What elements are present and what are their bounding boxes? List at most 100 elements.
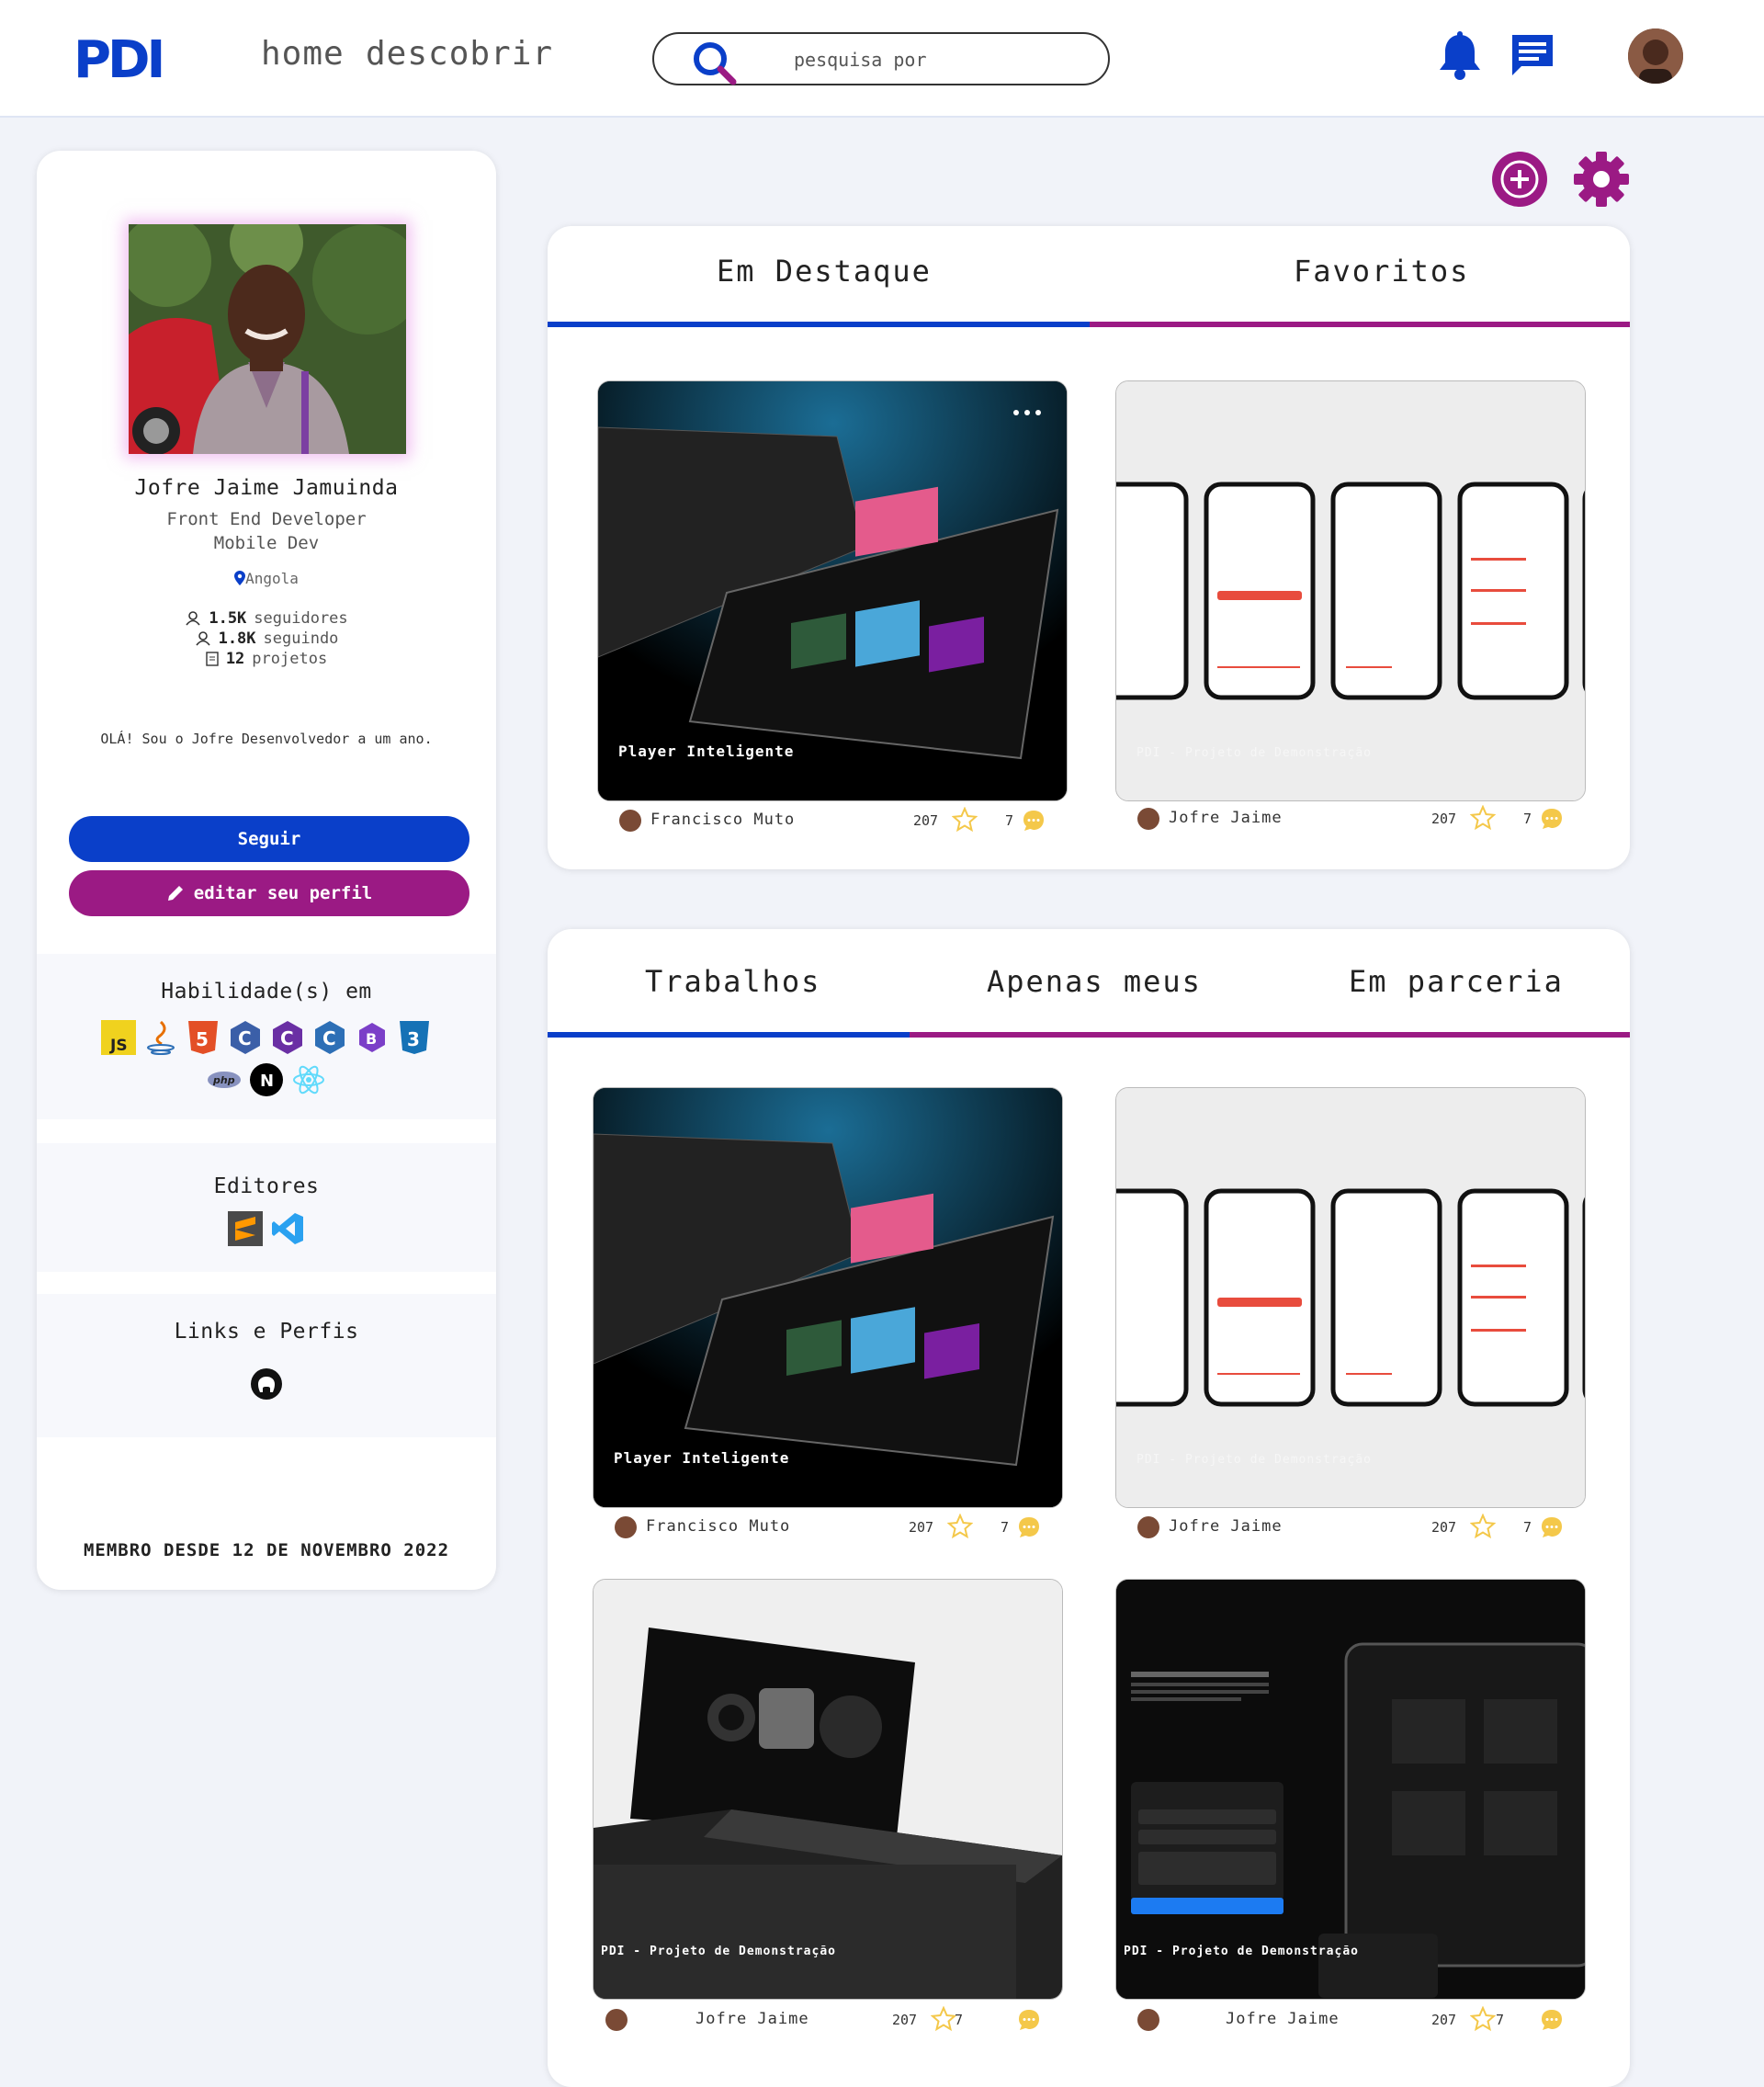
tab-favorites[interactable]: Favoritos bbox=[1294, 254, 1469, 289]
svg-text:5: 5 bbox=[196, 1028, 209, 1050]
csharp-icon: C bbox=[273, 1021, 302, 1054]
profile-bio: OLÁ! Sou o Jofre Desenvolvedor a um ano. bbox=[100, 731, 433, 747]
sublime-text-icon bbox=[228, 1211, 263, 1246]
project-thumbnail bbox=[594, 1088, 1062, 1507]
comment-icon[interactable] bbox=[1540, 2008, 1564, 2032]
author-avatar[interactable] bbox=[1137, 2009, 1159, 2031]
star-icon[interactable] bbox=[931, 2006, 956, 2032]
author-avatar[interactable] bbox=[619, 810, 641, 832]
comment-icon[interactable] bbox=[1540, 807, 1564, 831]
project-card-player[interactable]: Player Inteligente bbox=[597, 380, 1068, 801]
tab-partnership[interactable]: Em parceria bbox=[1349, 964, 1564, 999]
author-name[interactable]: Jofre Jaime bbox=[1169, 1517, 1283, 1536]
likes-count: 207 bbox=[1431, 811, 1457, 827]
svg-text:C: C bbox=[238, 1027, 252, 1049]
star-icon[interactable] bbox=[952, 807, 978, 833]
search-bar[interactable] bbox=[652, 32, 1110, 85]
project-thumbnail bbox=[598, 381, 1067, 800]
skills-row-1: JS 5 C C C B 3 bbox=[37, 1020, 496, 1055]
project-card-files[interactable]: PDI - Projeto de Demonstração bbox=[1115, 1579, 1586, 2000]
svg-text:JS: JS bbox=[109, 1037, 128, 1055]
project-thumbnail bbox=[1116, 1580, 1585, 1999]
project-card-pdi[interactable]: PDI - Projeto de Demonstração bbox=[1115, 1087, 1586, 1508]
editors-title: Editores bbox=[213, 1174, 320, 1198]
likes-count: 207 bbox=[1431, 2012, 1457, 2028]
comments-count: 7 bbox=[1496, 2012, 1505, 2028]
skills-section: Habilidade(s) em JS 5 C C C B 3 php N bbox=[37, 954, 496, 1119]
javascript-icon: JS bbox=[101, 1020, 136, 1055]
author-name[interactable]: Francisco Muto bbox=[650, 811, 795, 829]
editors-row bbox=[37, 1211, 496, 1246]
project-meta: Jofre Jaime 207 7 bbox=[1115, 2004, 1586, 2036]
search-icon[interactable] bbox=[691, 40, 739, 87]
profile-role: Front End Developer Mobile Dev bbox=[166, 509, 367, 553]
svg-text:B: B bbox=[366, 1030, 377, 1048]
project-title: PDI - Projeto de Demonstração bbox=[601, 1945, 836, 1958]
java-icon bbox=[147, 1020, 175, 1055]
project-meta: Jofre Jaime 207 7 bbox=[1115, 1512, 1586, 1543]
settings-gear-icon[interactable] bbox=[1573, 151, 1630, 208]
project-card-player[interactable]: Player Inteligente bbox=[593, 1087, 1063, 1508]
author-avatar[interactable] bbox=[1137, 808, 1159, 830]
search-input[interactable] bbox=[792, 41, 1071, 78]
bell-icon[interactable] bbox=[1437, 31, 1483, 81]
likes-count: 207 bbox=[892, 2012, 918, 2028]
projects-stat[interactable]: 12 projetos bbox=[37, 649, 496, 669]
comments-count: 7 bbox=[1001, 1519, 1010, 1536]
editors-section: Editores bbox=[37, 1143, 496, 1272]
svg-text:C: C bbox=[280, 1027, 294, 1049]
comments-count: 7 bbox=[1005, 812, 1014, 829]
comment-icon[interactable] bbox=[1017, 1515, 1041, 1539]
followers-stat[interactable]: 1.5K seguidores bbox=[37, 608, 496, 629]
author-name[interactable]: Jofre Jaime bbox=[1226, 2010, 1340, 2028]
project-thumbnail bbox=[1116, 381, 1585, 800]
author-avatar[interactable] bbox=[615, 1516, 637, 1538]
profile-location: Angola bbox=[37, 570, 496, 587]
github-icon[interactable] bbox=[250, 1367, 283, 1401]
tab-only-mine[interactable]: Apenas meus bbox=[987, 964, 1202, 999]
user-avatar[interactable] bbox=[1628, 28, 1683, 84]
php-icon: php bbox=[208, 1072, 241, 1088]
star-icon[interactable] bbox=[1470, 2006, 1496, 2032]
author-name[interactable]: Jofre Jaime bbox=[1169, 809, 1283, 827]
star-icon[interactable] bbox=[1470, 1514, 1496, 1539]
comment-icon[interactable] bbox=[1022, 809, 1046, 833]
project-card-restore[interactable]: PDI - Projeto de Demonstração bbox=[593, 1579, 1063, 2000]
project-thumbnail bbox=[1116, 1088, 1585, 1507]
add-project-button[interactable] bbox=[1491, 151, 1548, 208]
project-title: PDI - Projeto de Demonstração bbox=[1136, 1453, 1372, 1467]
comments-count: 7 bbox=[955, 2012, 964, 2028]
star-icon[interactable] bbox=[947, 1514, 973, 1539]
author-name[interactable]: Jofre Jaime bbox=[695, 2010, 809, 2028]
comment-icon[interactable] bbox=[1540, 1515, 1564, 1539]
works-panel: Trabalhos Apenas meus Em parceria Player… bbox=[548, 929, 1630, 2087]
star-icon[interactable] bbox=[1470, 805, 1496, 831]
profile-card: Jofre Jaime Jamuinda Front End Developer… bbox=[37, 151, 496, 1590]
following-stat[interactable]: 1.8K seguindo bbox=[37, 629, 496, 649]
author-name[interactable]: Francisco Muto bbox=[646, 1517, 790, 1536]
edit-profile-button[interactable]: editar seu perfil bbox=[69, 870, 469, 916]
project-title: PDI - Projeto de Demonstração bbox=[1124, 1945, 1359, 1958]
links-title: Links e Perfis bbox=[174, 1320, 359, 1344]
nav-home-link[interactable]: home bbox=[261, 35, 345, 73]
author-avatar[interactable] bbox=[605, 2009, 628, 2031]
tab-indicator-works bbox=[548, 1032, 910, 1038]
nav-discover-link[interactable]: descobrir bbox=[366, 35, 553, 73]
following-icon bbox=[195, 631, 210, 646]
vscode-icon bbox=[272, 1213, 303, 1244]
tab-indicator-rest bbox=[910, 1032, 1630, 1038]
bootstrap-icon: B bbox=[359, 1023, 385, 1052]
comment-icon[interactable] bbox=[1017, 2008, 1041, 2032]
tab-works[interactable]: Trabalhos bbox=[645, 964, 820, 999]
follow-button[interactable]: Seguir bbox=[69, 816, 469, 862]
svg-text:3: 3 bbox=[407, 1028, 420, 1050]
messages-icon[interactable] bbox=[1509, 31, 1556, 79]
author-avatar[interactable] bbox=[1137, 1516, 1159, 1538]
project-card-pdi[interactable]: PDI - Projeto de Demonstração bbox=[1115, 380, 1586, 801]
cplusplus-icon: C bbox=[315, 1021, 345, 1054]
project-thumbnail bbox=[594, 1580, 1062, 1999]
skills-title: Habilidade(s) em bbox=[161, 980, 372, 1004]
tab-featured[interactable]: Em Destaque bbox=[717, 254, 932, 289]
pdi-logo[interactable]: PDI bbox=[74, 33, 169, 83]
profile-stats: 1.5K seguidores 1.8K seguindo 12 projetos bbox=[37, 608, 496, 669]
